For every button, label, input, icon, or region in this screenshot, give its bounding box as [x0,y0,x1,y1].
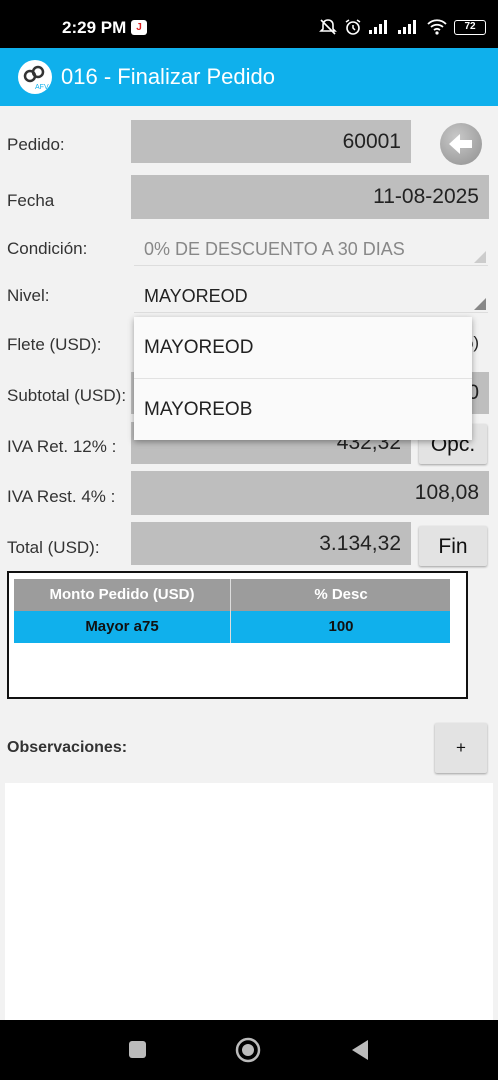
back-arrow-icon [449,134,472,154]
pedido-field[interactable]: 60001 [131,120,411,163]
nav-back-icon[interactable] [350,1039,370,1061]
observaciones-label: Observaciones: [7,739,128,756]
svg-text:AFV: AFV [35,84,49,91]
nivel-dropdown-menu: MAYOREOD MAYOREOB [134,317,472,440]
condicion-select[interactable]: 0% DE DESCUENTO A 30 DIAS [134,232,488,266]
nivel-label: Nivel: [7,286,50,305]
total-field[interactable]: 3.134,32 [131,522,411,565]
iva-rest-field[interactable]: 108,08 [131,471,489,515]
finish-button[interactable]: Fin [419,526,487,566]
chevron-down-icon [474,251,486,263]
table-header: Monto Pedido (USD) % Desc [14,579,450,611]
observaciones-textarea[interactable] [5,783,493,1020]
discount-table: Monto Pedido (USD) % Desc Mayor a75 100 [7,571,468,699]
pedido-label: Pedido: [7,135,65,154]
column-header-desc: % Desc [314,586,368,603]
app-logo-icon: AFV [23,65,49,91]
status-icons: 72 [319,17,486,37]
table-cell-desc: 100 [328,618,354,635]
column-header-monto: Monto Pedido (USD) [14,579,231,611]
app-logo: AFV [18,60,52,94]
iva-rest-label: IVA Rest. 4% : [7,487,116,506]
battery-icon: 72 [454,19,486,35]
back-button[interactable] [440,123,482,165]
dropdown-option-mayoreod[interactable]: MAYOREOD [134,317,472,379]
nivel-select[interactable]: MAYOREOD [134,279,488,313]
alarm-icon [345,19,361,35]
dropdown-option-mayoreob[interactable]: MAYOREOB [134,379,472,441]
nav-home-icon[interactable] [235,1037,261,1063]
signal-icon [369,20,387,34]
app-bar: AFV 016 - Finalizar Pedido [0,48,498,106]
wifi-icon [427,19,447,35]
status-bar: 2:29 PM J 72 [0,0,498,48]
nivel-value: MAYOREOD [144,286,248,306]
nav-square-icon[interactable] [128,1040,148,1060]
total-label: Total (USD): [7,538,100,557]
condicion-value: 0% DE DESCUENTO A 30 DIAS [144,239,405,259]
flete-label: Flete (USD): [7,335,102,354]
table-row[interactable]: Mayor a75 100 [14,611,450,643]
fecha-field[interactable]: 11-08-2025 [131,175,489,219]
page-title: 016 - Finalizar Pedido [61,64,276,89]
mute-icon [319,19,337,35]
status-time: 2:29 PM [62,18,127,37]
add-observation-button[interactable]: + [435,723,487,773]
condicion-label: Condición: [7,239,88,258]
notification-app-icon: J [131,20,147,35]
iva-ret-label: IVA Ret. 12% : [7,437,117,456]
subtotal-label: Subtotal (USD): [7,386,127,405]
system-nav-bar [0,1020,498,1080]
fecha-label: Fecha [7,191,55,210]
table-cell-monto: Mayor a75 [14,611,231,643]
chevron-down-icon [474,298,486,310]
signal-icon-2 [398,20,416,34]
